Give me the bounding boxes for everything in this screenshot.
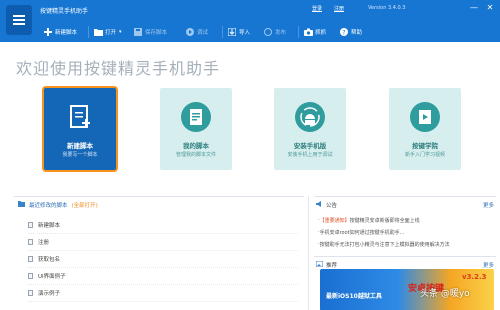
list-item[interactable]: 演示例子 <box>28 285 298 302</box>
file-icon <box>28 239 33 245</box>
open-dropdown-icon[interactable]: ▾ <box>119 29 122 35</box>
list-item[interactable]: 注册 <box>28 234 298 251</box>
file-icon <box>28 256 33 262</box>
help-icon: ? <box>340 28 348 36</box>
ad-version-text: v3.2.3 <box>462 273 487 281</box>
debug-label: 调试 <box>197 30 209 36</box>
recent-title: 最近修改的脚本 <box>29 203 68 209</box>
ad-left-text: 最新iOS10越狱工具 <box>326 293 382 300</box>
new-script-label: 新建脚本 <box>55 30 78 36</box>
file-icon <box>28 290 33 296</box>
list-item[interactable]: 获取包名 <box>28 251 298 268</box>
recommend-panel: 推荐 更多 最新iOS10越狱工具 安卓按键 v3.2.3 <box>314 256 496 310</box>
watermark: 头条 @暖yo <box>420 289 470 299</box>
plus-icon <box>44 28 52 36</box>
news-item[interactable]: · 按键助手无法打包小精灵与注意下上模拟器的使用解决方法 <box>318 238 496 250</box>
panel-divider <box>308 196 309 310</box>
video-icon <box>410 102 440 132</box>
card-subtitle: 安装手机上用于调试 <box>287 152 333 158</box>
publish-button[interactable]: 发布 <box>264 25 286 39</box>
recent-header: 最近修改的脚本 (全部打开) <box>18 201 98 209</box>
speaker-icon <box>316 201 323 209</box>
folder-icon <box>18 201 25 209</box>
capture-label: 抓抓 <box>315 30 327 36</box>
open-label: 打开 <box>105 30 117 36</box>
debug-button[interactable]: 调试 <box>186 25 208 39</box>
help-button[interactable]: ? 帮助 <box>340 25 362 39</box>
recent-scripts-panel: 最近修改的脚本 (全部打开) 新建脚本 注册 获取包名 UI界面例子 演示例子 <box>14 196 304 310</box>
card-title: 新建脚本 <box>67 142 93 150</box>
announcements-panel: 公告 更多 · 【重要通知】 按键精灵安卓新版即将全面上线 · 手机安卓root如何通… <box>314 196 496 254</box>
list-item[interactable]: 新建脚本 <box>28 217 298 234</box>
open-button[interactable]: 打开 ▾ <box>94 25 122 39</box>
capture-button[interactable]: 抓抓 <box>304 25 326 39</box>
more-link[interactable]: 更多 <box>483 261 494 269</box>
image-icon <box>315 260 324 269</box>
import-button[interactable]: 导入 <box>227 25 251 39</box>
save-script-button[interactable]: 保存脚本 <box>134 25 167 39</box>
panel-header: 公告 <box>316 201 337 209</box>
open-all-link[interactable]: (全部打开) <box>72 201 98 209</box>
card-new-script[interactable]: 新建脚本 我要写一个脚本 <box>44 88 116 170</box>
card-subtitle: 我要写一个脚本 <box>62 152 98 158</box>
svg-text:?: ? <box>342 29 345 36</box>
card-academy[interactable]: 按键学院 新手入门学习视频 <box>389 88 461 170</box>
import-label: 导入 <box>239 30 251 36</box>
publish-label: 发布 <box>275 30 287 36</box>
card-subtitle: 管理我的脚本文件 <box>175 152 216 158</box>
news-list: · 【重要通知】 按键精灵安卓新版即将全面上线 · 手机安卓root如何通过按键手机助… <box>318 214 496 250</box>
list-item[interactable]: UI界面例子 <box>28 268 298 285</box>
card-subtitle: 新手入门学习视频 <box>404 152 445 158</box>
card-title: 按键学院 <box>412 142 438 150</box>
new-script-button[interactable]: 新建脚本 <box>44 25 77 39</box>
app-topbar: 按键精灵手机助手 登录 注册 Version 3.4.0.3 — ✕ 新建脚本 … <box>0 0 500 42</box>
new-document-icon <box>65 102 95 132</box>
menu-icon[interactable] <box>6 5 32 35</box>
folder-icon <box>94 28 103 36</box>
save-icon <box>134 28 142 36</box>
camera-icon <box>304 28 313 36</box>
welcome-heading: 欢迎使用按键精灵手机助手 <box>16 59 221 78</box>
publish-icon <box>264 28 272 36</box>
news-item[interactable]: · 手机安卓root如何通过按键手机助手… <box>318 226 496 238</box>
help-label: 帮助 <box>351 30 363 36</box>
app-title: 按键精灵手机助手 <box>40 8 89 15</box>
document-icon <box>181 102 211 132</box>
import-icon <box>227 27 237 37</box>
signup-link[interactable]: 注册 <box>334 5 344 12</box>
card-my-scripts[interactable]: 我的脚本 管理我的脚本文件 <box>160 88 232 170</box>
save-label: 保存脚本 <box>145 30 168 36</box>
announcements-title: 公告 <box>326 203 338 209</box>
recommend-title: 推荐 <box>326 263 338 269</box>
recent-list: 新建脚本 注册 获取包名 UI界面例子 演示例子 <box>28 217 298 302</box>
panel-header: 推荐 <box>315 260 338 269</box>
more-link[interactable]: 更多 <box>483 201 494 209</box>
login-link[interactable]: 登录 <box>312 5 322 12</box>
play-icon <box>186 28 194 36</box>
file-icon <box>28 222 33 228</box>
android-install-icon <box>295 102 325 132</box>
version-label: Version 3.4.0.3 <box>368 5 406 11</box>
minimize-button[interactable]: — <box>468 3 480 13</box>
file-icon <box>28 273 33 279</box>
news-item[interactable]: · 【重要通知】 按键精灵安卓新版即将全面上线 <box>318 214 496 226</box>
card-install-mobile[interactable]: 安装手机版 安装手机上用于调试 <box>274 88 346 170</box>
card-title: 我的脚本 <box>183 142 209 150</box>
card-title: 安装手机版 <box>293 142 327 150</box>
close-button[interactable]: ✕ <box>484 3 496 13</box>
